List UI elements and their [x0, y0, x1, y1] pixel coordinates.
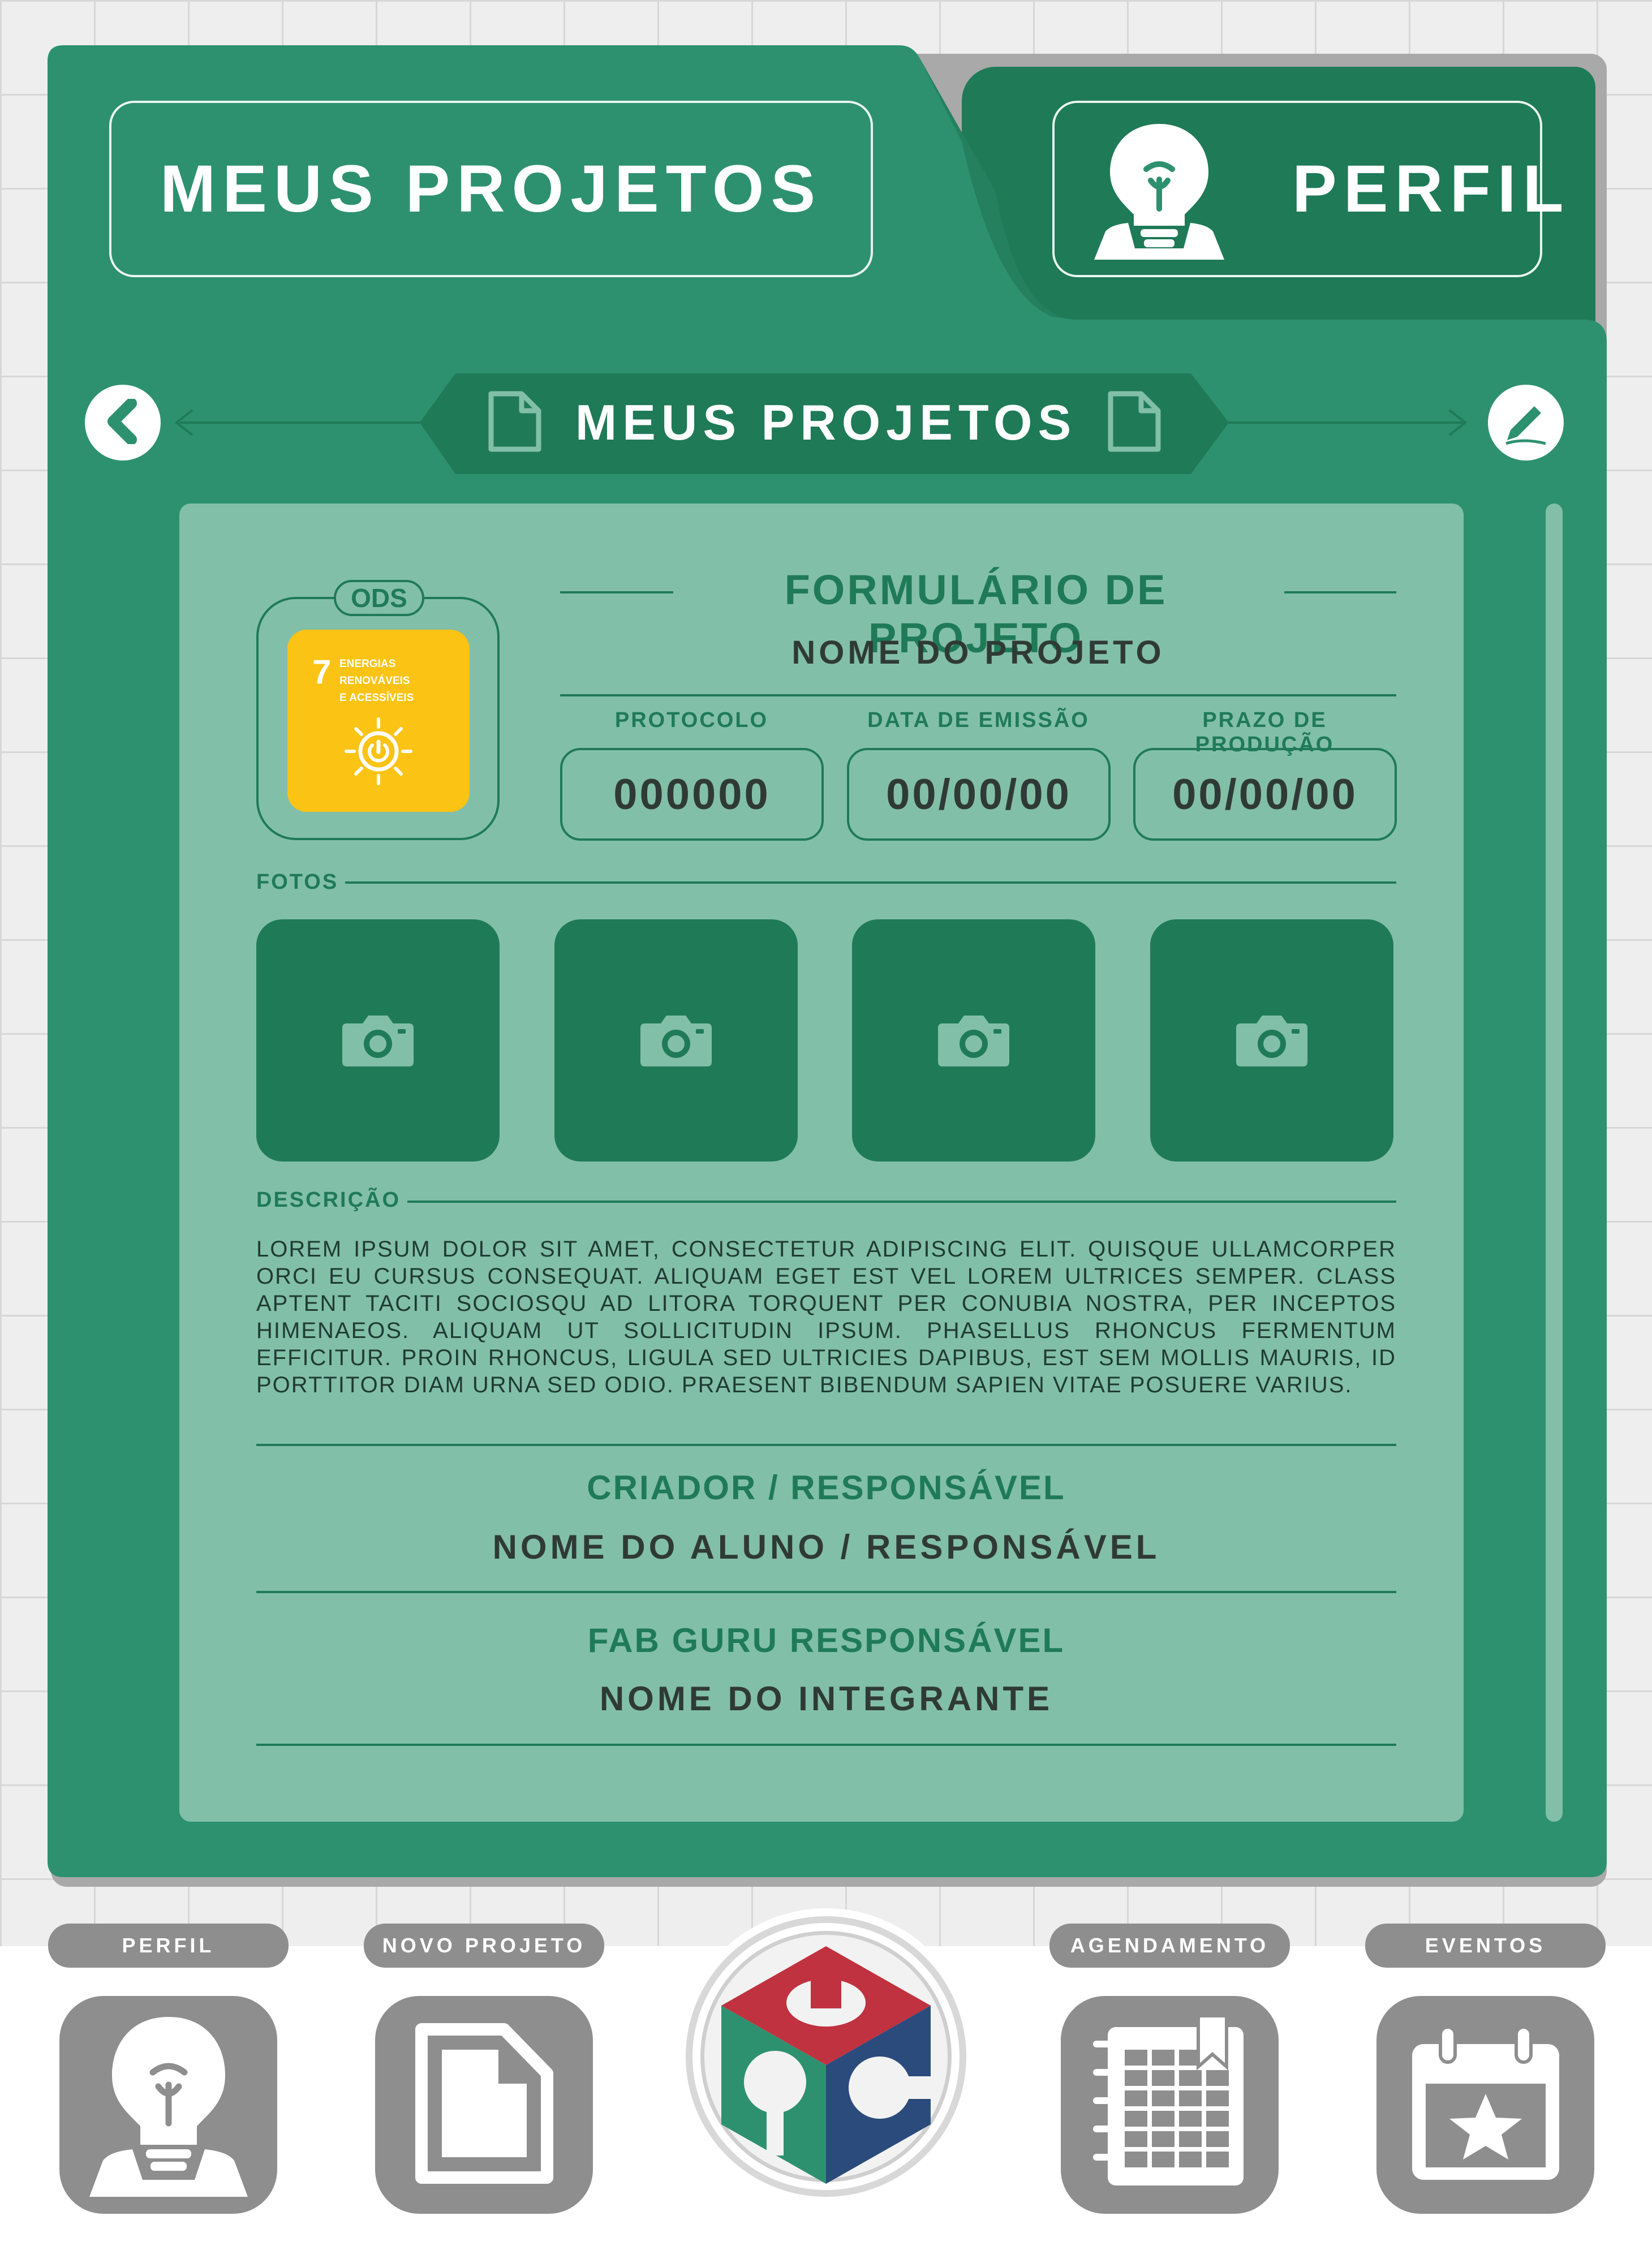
- protocolo-label: PROTOCOLO: [614, 708, 769, 732]
- nav-label-perfil[interactable]: PERFIL: [48, 1924, 289, 1968]
- project-name-rule: [560, 694, 1396, 696]
- nav-perfil-button[interactable]: [59, 1996, 277, 2214]
- planner-icon: [1085, 2014, 1255, 2194]
- photo-slot-3[interactable]: [852, 919, 1095, 1161]
- camera-icon: [1235, 1011, 1309, 1070]
- photo-slot-2[interactable]: [554, 919, 798, 1161]
- calendar-star-icon: [1406, 2021, 1565, 2188]
- title-rule-left: [560, 591, 673, 593]
- description-rule: [407, 1201, 1396, 1203]
- creator-value: NOME DO ALUNO / RESPONSÁVEL: [492, 1528, 1160, 1566]
- banner-doc-icon-left: [487, 390, 549, 458]
- nav-label-novo-projeto[interactable]: NOVO PROJETO: [364, 1924, 604, 1968]
- banner-doc-icon-right: [1106, 390, 1168, 458]
- edit-button[interactable]: [1488, 385, 1564, 461]
- data-emissao-field[interactable]: 00/00/00: [847, 748, 1111, 841]
- fablab-logo-button[interactable]: [676, 1907, 976, 2206]
- guru-rule: [256, 1744, 1396, 1746]
- nav-agendamento-button[interactable]: [1061, 1996, 1279, 2214]
- ods-number: 7: [312, 653, 332, 691]
- sun-power-icon: [342, 715, 415, 788]
- nav-eventos-button[interactable]: [1376, 1996, 1594, 2214]
- protocolo-field[interactable]: 000000: [560, 748, 824, 841]
- ods-label: ODS: [334, 580, 424, 616]
- camera-icon: [639, 1011, 713, 1070]
- photo-slot-1[interactable]: [256, 919, 500, 1161]
- description-bottom-rule: [256, 1444, 1396, 1446]
- ods-text-line: E ACESSÍVEIS: [339, 692, 414, 704]
- document-icon: [414, 2021, 555, 2188]
- nav-label-agendamento[interactable]: AGENDAMENTO: [1049, 1924, 1290, 1968]
- photos-label: FOTOS: [256, 870, 339, 894]
- photo-slot-4[interactable]: [1150, 919, 1393, 1161]
- banner-title: MEUS PROJETOS: [575, 394, 1077, 450]
- ods-text-line: ENERGIAS: [339, 658, 396, 670]
- guru-value: NOME DO INTEGRANTE: [599, 1680, 1053, 1718]
- ods-text-line: RENOVÁVEIS: [339, 675, 410, 687]
- fablab-logo: [678, 1908, 974, 2205]
- creator-rule: [256, 1591, 1396, 1593]
- lightbulb-person-icon: [89, 2010, 248, 2200]
- creator-label: CRIADOR / RESPONSÁVEL: [587, 1469, 1066, 1507]
- data-emissao-label: DATA DE EMISSÃO: [867, 708, 1090, 732]
- ods-text: ENERGIAS RENOVÁVEIS E ACESSÍVEIS: [339, 656, 414, 707]
- camera-icon: [937, 1011, 1010, 1070]
- description-text: LOREM IPSUM DOLOR SIT AMET, CONSECTETUR …: [256, 1237, 1396, 1397]
- prazo-producao-field[interactable]: 00/00/00: [1133, 748, 1397, 841]
- camera-icon: [341, 1011, 415, 1070]
- scrollbar[interactable]: [1546, 504, 1563, 1822]
- pencil-icon: [1500, 396, 1551, 450]
- photos-rule: [345, 881, 1396, 884]
- guru-label: FAB GURU RESPONSÁVEL: [587, 1621, 1065, 1659]
- project-name: NOME DO PROJETO: [791, 634, 1165, 671]
- nav-novo-projeto-button[interactable]: [375, 1996, 593, 2214]
- description-label: DESCRIÇÃO: [256, 1188, 401, 1212]
- nav-label-eventos[interactable]: EVENTOS: [1365, 1924, 1606, 1968]
- title-rule-right: [1284, 591, 1396, 593]
- ods-7-card[interactable]: 7 ENERGIAS RENOVÁVEIS E ACESSÍVEIS: [287, 630, 470, 812]
